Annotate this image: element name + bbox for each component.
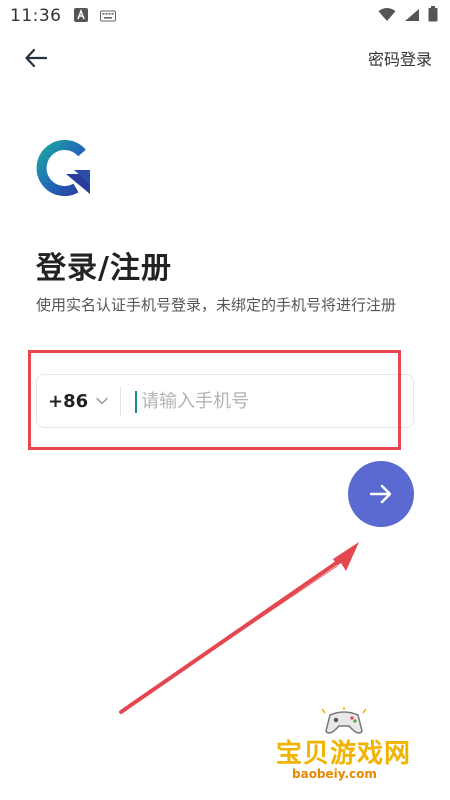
keyboard-icon: [99, 7, 116, 26]
status-bar: 11:36: [0, 0, 450, 32]
battery-icon: [428, 6, 438, 26]
watermark-url: baobeiy.com: [292, 767, 377, 781]
arrow-right-icon: [369, 484, 392, 504]
status-left: 11:36: [10, 6, 116, 26]
watermark: 宝贝游戏网 baobeiy.com: [270, 705, 420, 795]
status-right: [378, 6, 438, 26]
watermark-title: 宝贝游戏网: [276, 739, 412, 769]
top-nav: 密码登录: [0, 36, 450, 80]
signal-icon: [404, 7, 420, 26]
a-notification-icon: [73, 7, 88, 26]
page-title: 登录/注册: [36, 251, 172, 286]
highlight-annotation-box: [28, 350, 401, 450]
password-login-link[interactable]: 密码登录: [368, 46, 432, 70]
wifi-icon: [378, 7, 396, 26]
app-logo: [36, 140, 90, 197]
status-time: 11:36: [10, 6, 62, 26]
back-arrow-icon: [25, 49, 47, 67]
page-subtitle: 使用实名认证手机号登录，未绑定的手机号将进行注册: [36, 296, 397, 314]
back-button[interactable]: [22, 44, 50, 72]
next-button[interactable]: [348, 461, 414, 527]
